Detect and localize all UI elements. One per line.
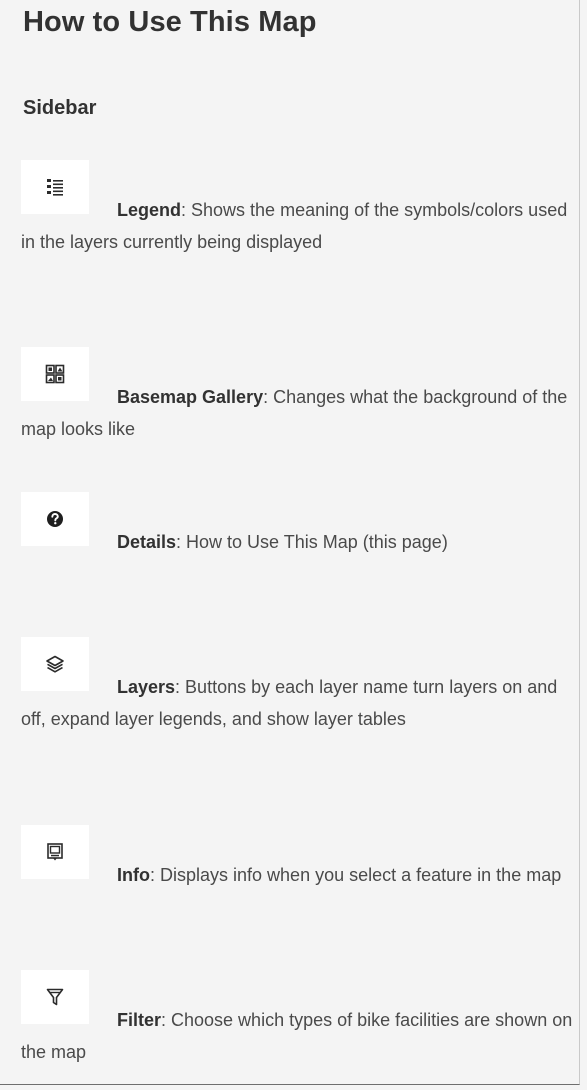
item-text: : How to Use This Map (this page) [176,532,448,552]
item-name: Details [117,532,177,552]
item-name: Basemap Gallery [117,387,264,407]
item-description: Layers: Buttons by each layer name turn … [21,671,577,735]
item-text: : Changes what the background of the map… [21,387,568,439]
details-panel: How to Use This Map Sidebar Legend: Show… [0,0,580,1085]
section-heading: Sidebar [23,97,97,119]
item-name: Legend [117,200,182,220]
item-text: : Shows the meaning of the symbols/color… [21,200,568,252]
item-description: Info: Displays info when you select a fe… [21,859,577,891]
item-description: Basemap Gallery: Changes what the backgr… [21,381,577,445]
item-text: : Choose which types of bike facilities … [21,1010,573,1062]
item-name: Info [117,865,150,885]
item-text: : Displays info when you select a featur… [150,865,562,885]
item-text: : Buttons by each layer name turn layers… [21,677,558,729]
item-description: Filter: Choose which types of bike facil… [21,1004,577,1068]
page-title: How to Use This Map [23,6,317,38]
item-name: Filter [117,1010,162,1030]
item-description: Details: How to Use This Map (this page) [21,526,577,558]
item-name: Layers [117,677,176,697]
item-description: Legend: Shows the meaning of the symbols… [21,194,577,258]
